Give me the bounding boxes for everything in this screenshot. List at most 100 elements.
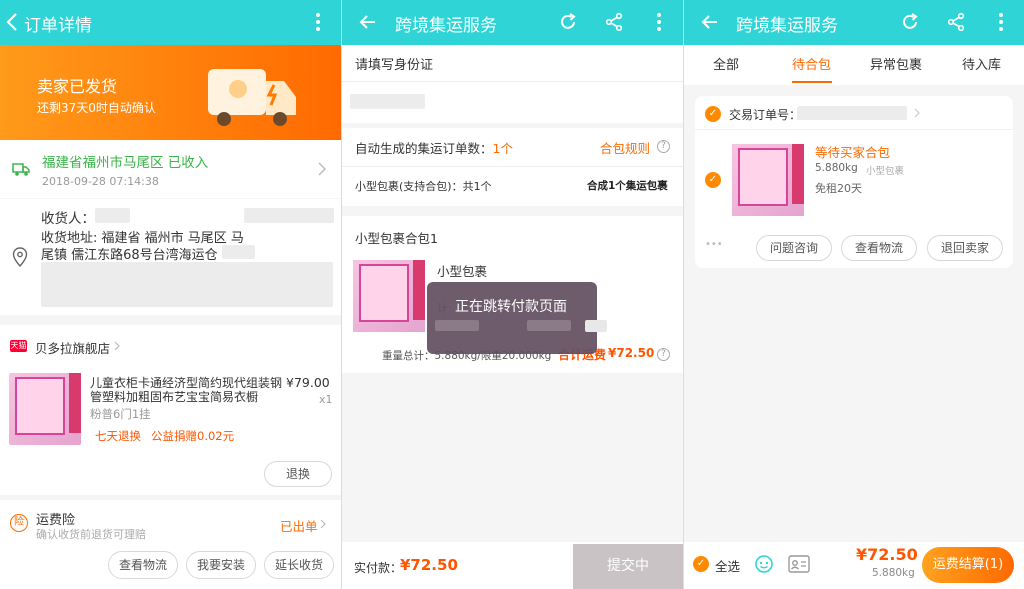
logistics-time: 2018-09-28 07:14:38 <box>42 175 159 188</box>
share-icon[interactable] <box>604 12 624 32</box>
insurance-row[interactable]: 险 运费险 确认收货前退货可理赔 已出单 <box>0 500 341 542</box>
id-number-redacted <box>350 94 425 109</box>
shop-name[interactable]: 贝多拉旗舰店 <box>35 338 110 357</box>
consult-button[interactable]: 问题咨询 <box>756 235 832 261</box>
address-redacted <box>222 245 255 259</box>
settle-bar: ✓ 全选 ¥72.50 5.880kg 运费结算(1) <box>684 542 1024 589</box>
banner-countdown: 还剩37天0时自动确认 <box>37 101 156 115</box>
tab-abnormal[interactable]: 异常包裹 <box>870 54 922 73</box>
settle-button[interactable]: 运费结算(1) <box>922 547 1014 583</box>
status-banner: 卖家已发货 还剩37天0时自动确认 <box>0 45 341 140</box>
merged-package-summary: 合成1个集运包裹 <box>587 180 668 192</box>
tab-awaiting-storage[interactable]: 待入库 <box>962 54 1001 73</box>
order-checkbox[interactable]: ✓ <box>705 106 721 122</box>
toast-redacted <box>585 320 607 332</box>
banner-status: 卖家已发货 <box>37 77 118 96</box>
product-price: ¥79.00 <box>286 375 330 390</box>
item-weight: 5.880kg <box>815 162 858 174</box>
tab-all[interactable]: 全部 <box>713 54 739 73</box>
tag-seven-day-return: 七天退换 <box>95 429 141 443</box>
product-title-line-2[interactable]: 管塑料加粗固布艺宝宝简易衣橱 <box>90 388 258 405</box>
tmall-badge: 天猫 <box>10 340 27 352</box>
insurance-subtitle: 确认收货前退货可理赔 <box>36 528 146 541</box>
extend-receipt-button[interactable]: 延长收货 <box>264 551 334 579</box>
merge-group-title: 小型包裹合包1 <box>355 231 438 246</box>
chevron-right-icon <box>318 162 326 176</box>
refresh-icon[interactable] <box>900 12 920 32</box>
id-card-icon[interactable] <box>788 555 810 573</box>
id-card-section[interactable]: 请填写身份证 <box>342 45 683 123</box>
small-package-count: 小型包裹(支持合包)：共1个 <box>355 180 492 193</box>
item-type: 小型包裹 <box>866 166 905 177</box>
receiver-label: 收货人： <box>41 211 95 227</box>
product-section: 天猫 贝多拉旗舰店 儿童衣柜卡通经济型简约现代组装钢 管塑料加粗固布艺宝宝简易衣… <box>0 325 341 495</box>
insurance-icon: 险 <box>10 514 28 532</box>
package-image <box>353 260 425 332</box>
item-status: 等待买家合包 <box>815 145 891 160</box>
order-number-label: 交易订单号： <box>729 108 802 122</box>
share-icon[interactable] <box>946 12 966 32</box>
merge-rule-link[interactable]: 合包规则 <box>600 138 650 157</box>
chevron-right-icon <box>320 519 326 529</box>
page-title: 订单详情 <box>24 16 92 36</box>
view-logistics-button[interactable]: 查看物流 <box>841 235 917 261</box>
address-redacted-block <box>41 262 333 307</box>
cross-border-checkout-panel: 跨境集运服务 请填写身份证 自动生成的集运订单数：1个 合包规则 ? 小型包裹(… <box>342 0 683 589</box>
logistics-status: 福建省福州市马尾区 已收入 <box>42 155 209 171</box>
back-arrow-icon[interactable] <box>359 14 377 30</box>
item-rent-free: 免租20天 <box>815 182 862 195</box>
receiver-phone-redacted <box>244 208 334 223</box>
page-title: 跨境集运服务 <box>736 16 838 36</box>
back-arrow-icon[interactable] <box>701 14 719 30</box>
back-arrow-icon[interactable] <box>6 12 18 32</box>
more-menu-icon[interactable] <box>999 13 1003 31</box>
address-section: 收货人： 收货地址: 福建省 福州市 马尾区 马 尾镇 儒江东路68号台湾海运仓 <box>0 199 341 315</box>
address-line-2: 尾镇 儒江东路68号台湾海运仓 <box>41 248 218 263</box>
tab-bar: 全部 待合包 异常包裹 待入库 <box>684 45 1024 85</box>
more-menu-icon[interactable] <box>316 13 320 31</box>
logistics-row[interactable]: 福建省福州市马尾区 已收入 2018-09-28 07:14:38 <box>0 140 341 198</box>
product-sku: 粉普6门1挂 <box>90 407 151 421</box>
help-icon[interactable]: ? <box>657 348 670 361</box>
more-menu-icon[interactable] <box>657 13 661 31</box>
help-icon[interactable]: ? <box>657 140 670 153</box>
top-bar: 跨境集运服务 <box>684 0 1024 45</box>
customer-service-icon[interactable] <box>754 554 774 574</box>
page-title: 跨境集运服务 <box>395 16 497 36</box>
toast-redacted <box>435 320 479 331</box>
bottom-action-bar: 查看物流 我要安装 延长收货 <box>0 542 341 589</box>
install-button[interactable]: 我要安装 <box>186 551 256 579</box>
item-image <box>732 144 804 216</box>
shipping-total-value: ¥72.50 <box>608 346 655 360</box>
package-name: 小型包裹 <box>437 264 488 279</box>
select-all-label[interactable]: 全选 <box>715 556 740 575</box>
pay-label: 实付款： <box>354 561 403 575</box>
toast-redacted <box>527 320 571 331</box>
pay-amount: ¥72.50 <box>400 556 458 574</box>
pay-bar: 实付款： ¥72.50 提交中 <box>342 542 683 589</box>
orders-summary: 自动生成的集运订单数：1个 合包规则 ? 小型包裹(支持合包)：共1个 合成1个… <box>342 128 683 206</box>
cross-border-list-panel: 跨境集运服务 全部 待合包 异常包裹 待入库 ✓ 交易订单号： ✓ 等待买家合包… <box>684 0 1024 589</box>
total-weight: 5.880kg <box>872 567 915 579</box>
return-to-seller-button[interactable]: 退回卖家 <box>927 235 1003 261</box>
refund-exchange-button[interactable]: 退换 <box>264 461 332 487</box>
more-dots[interactable]: ••• <box>705 239 723 250</box>
submit-button[interactable]: 提交中 <box>573 544 683 589</box>
order-detail-panel: 订单详情 卖家已发货 还剩37天0时自动确认 福建省福州市马尾区 已收入 201… <box>0 0 341 589</box>
receiver-name-redacted <box>95 208 130 223</box>
chevron-right-icon <box>114 341 120 351</box>
select-all-checkbox[interactable]: ✓ <box>693 556 709 572</box>
package-card: ✓ 交易订单号： ✓ 等待买家合包 5.880kg 小型包裹 免租20天 •••… <box>695 96 1013 268</box>
location-pin-icon <box>12 247 28 267</box>
top-bar: 跨境集运服务 <box>342 0 683 45</box>
toast-message: 正在跳转付款页面 <box>455 299 567 315</box>
view-logistics-button[interactable]: 查看物流 <box>108 551 178 579</box>
insurance-status: 已出单 <box>280 519 318 534</box>
tab-pending-merge[interactable]: 待合包 <box>792 54 831 73</box>
orders-count-label: 自动生成的集运订单数：1个 <box>355 138 513 157</box>
chevron-right-icon <box>914 108 920 118</box>
product-image[interactable] <box>9 373 81 445</box>
product-qty: x1 <box>319 393 333 406</box>
refresh-icon[interactable] <box>558 12 578 32</box>
item-checkbox[interactable]: ✓ <box>705 172 721 188</box>
